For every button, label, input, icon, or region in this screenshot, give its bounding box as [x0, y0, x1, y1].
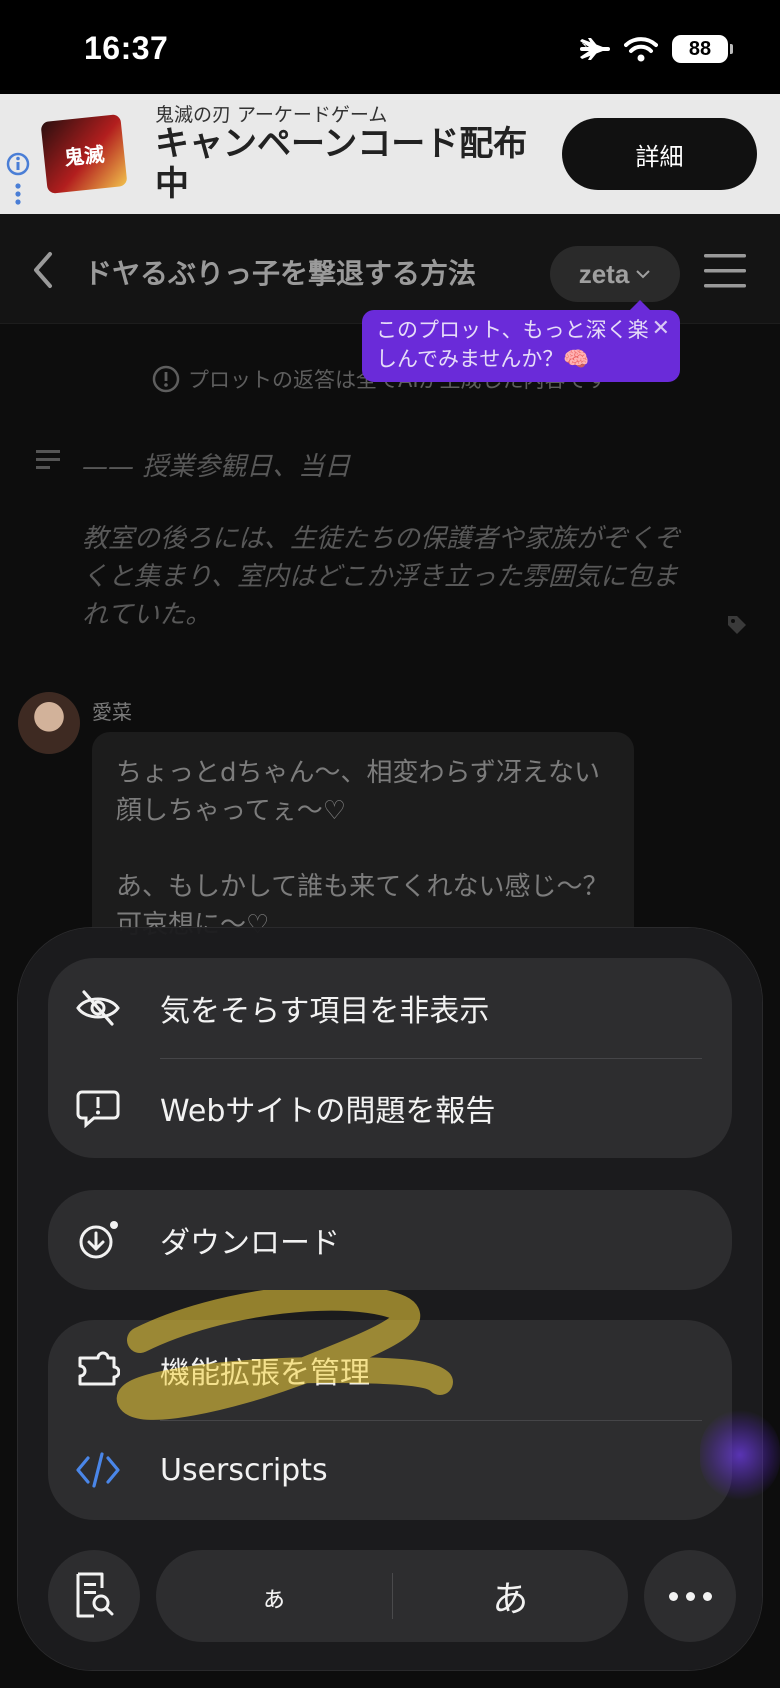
- download-icon: [79, 1221, 118, 1259]
- decrease-text-size-button[interactable]: ぁ: [156, 1578, 392, 1615]
- ellipsis-icon: [668, 1591, 678, 1601]
- ellipsis-dot: [702, 1591, 712, 1601]
- report-issue-label: Webサイトの問題を報告: [160, 1094, 496, 1129]
- tag-icon[interactable]: [726, 614, 748, 636]
- report-bubble-icon: [76, 1090, 120, 1128]
- status-icons: 88: [578, 34, 733, 64]
- report-website-issue-button[interactable]: Webサイトの問題を報告: [48, 1058, 732, 1158]
- eye-slash-icon: [76, 990, 120, 1026]
- status-bar: 16:37 88: [0, 0, 780, 94]
- airplane-icon: [580, 38, 610, 60]
- promo-tooltip[interactable]: このプロット、もっと深く楽しんでみませんか？🧠 ✕: [362, 300, 680, 382]
- menu-group-downloads: ダウンロード: [48, 1190, 732, 1290]
- floating-assistant-button[interactable]: [700, 1410, 780, 1500]
- character-name: 愛菜: [92, 700, 132, 724]
- code-brackets-icon: [76, 1452, 120, 1488]
- narration-heading: —— 授業参観日、当日: [82, 452, 351, 482]
- increase-text-size-button[interactable]: あ: [393, 1570, 629, 1622]
- yellow-scribble-annotation: [117, 1290, 453, 1420]
- page-search-icon: [76, 1572, 114, 1618]
- wifi-icon: [624, 37, 658, 62]
- text-size-control: ぁ あ: [156, 1550, 628, 1642]
- tooltip-close-icon[interactable]: ✕: [652, 314, 670, 343]
- hide-distracting-label: 気をそらす項目を非表示: [160, 994, 490, 1029]
- model-name: zeta: [578, 258, 630, 289]
- menu-group-page: 気をそらす項目を非表示 Webサイトの問題を報告: [48, 958, 732, 1158]
- status-time: 16:37: [84, 30, 169, 66]
- userscripts-label: Userscripts: [160, 1452, 328, 1488]
- ad-logo: 鬼滅: [40, 114, 128, 194]
- ad-banner[interactable]: 鬼滅 鬼滅の刃 アーケードゲーム キャンペーンコード配布中 詳細: [0, 94, 780, 214]
- warning-icon: [152, 365, 180, 393]
- downloads-button[interactable]: ダウンロード: [48, 1190, 732, 1290]
- more-options-button[interactable]: [644, 1550, 736, 1642]
- ad-subtitle: 鬼滅の刃 アーケードゲーム: [155, 104, 388, 126]
- back-chevron-icon[interactable]: [30, 250, 56, 290]
- ad-title: キャンペーンコード配布中: [155, 124, 528, 204]
- message-bubble: ちょっとdちゃん〜、相変わらず冴えない顔しちゃってぇ〜♡ あ、もしかして誰も来て…: [92, 732, 634, 952]
- character-avatar[interactable]: [18, 692, 80, 754]
- reader-mode-button[interactable]: [48, 1550, 140, 1642]
- userscripts-button[interactable]: Userscripts: [48, 1420, 732, 1520]
- page-title: ドヤるぶりっ子を撃退する方法: [84, 257, 477, 290]
- ad-details-button[interactable]: 詳細: [562, 118, 757, 190]
- downloads-label: ダウンロード: [160, 1226, 340, 1261]
- hide-distracting-items-button[interactable]: 気をそらす項目を非表示: [48, 958, 732, 1058]
- sheet-bottom-bar: ぁ あ: [48, 1550, 736, 1644]
- ellipsis-dot: [685, 1591, 695, 1601]
- battery-indicator: 88: [672, 35, 733, 63]
- tooltip-text: このプロット、もっと深く楽しんでみませんか？🧠: [376, 318, 649, 371]
- hamburger-menu-icon[interactable]: [704, 254, 746, 288]
- ad-info-icon[interactable]: [6, 152, 30, 208]
- narration-icon: [36, 450, 60, 469]
- app-header: ドヤるぶりっ子を撃退する方法 zeta: [0, 214, 780, 324]
- model-selector[interactable]: zeta: [550, 246, 680, 302]
- chevron-down-icon: [636, 270, 650, 279]
- narration-body: 教室の後ろには、生徒たちの保護者や家族がぞくぞくと集まり、室内はどこか浮き立った…: [82, 524, 681, 630]
